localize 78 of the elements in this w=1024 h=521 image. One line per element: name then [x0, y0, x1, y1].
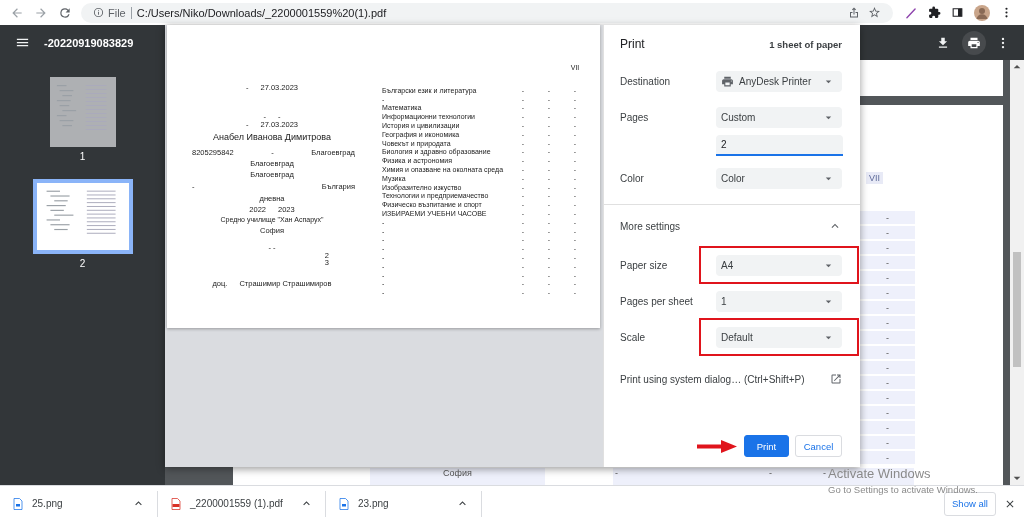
dialog-title: Print: [620, 37, 645, 51]
star-icon[interactable]: [868, 6, 881, 19]
table-cell: -: [860, 226, 915, 239]
dropdown[interactable]: Color: [716, 167, 842, 189]
cancel-button[interactable]: Cancel: [795, 435, 842, 457]
download-item[interactable]: _2200001559 (1).pdf: [170, 490, 326, 517]
table-cell: -: [860, 361, 915, 374]
download-item[interactable]: 25.png: [12, 490, 158, 517]
print-button[interactable]: [962, 30, 986, 55]
setting-label: Scale: [620, 331, 646, 343]
dropdown-value: AnyDesk Printer: [739, 75, 812, 87]
table-cell: -: [860, 376, 915, 389]
dropdown[interactable]: 1: [716, 290, 842, 312]
table-cell: София: [370, 468, 545, 485]
table-cell: -: [860, 316, 915, 329]
open-in-new-icon[interactable]: [830, 373, 842, 385]
info-icon[interactable]: [93, 7, 104, 18]
print-icon: [967, 35, 981, 50]
document-text: Анабел Иванова Димитрова: [213, 131, 331, 143]
table-cell: -: [860, 301, 915, 314]
column-header: VII: [866, 172, 883, 184]
setting-label: Color: [620, 172, 645, 184]
pen-icon[interactable]: [904, 5, 918, 20]
setting-label: Destination: [620, 75, 672, 87]
activation-notice-title: Activate Windows: [828, 466, 932, 481]
setting-label: Paper size: [620, 259, 669, 271]
file-icon: [338, 496, 350, 511]
print-button[interactable]: Print: [744, 435, 789, 457]
table-cell: -: [613, 468, 743, 485]
scroll-up-icon[interactable]: [1013, 63, 1021, 71]
dropdown[interactable]: Default: [716, 326, 842, 348]
url-scheme: File: [108, 6, 132, 19]
download-item[interactable]: 23.png: [338, 490, 482, 517]
table-cell: -: [860, 241, 915, 254]
share-icon[interactable]: [848, 6, 860, 19]
dropdown-value: 1: [721, 295, 727, 307]
setting-label: Pages per sheet: [620, 295, 694, 307]
scroll-down-icon[interactable]: [1013, 474, 1021, 482]
pdf-file-icon: [170, 496, 182, 511]
table-cell: -: [860, 346, 915, 359]
dropdown[interactable]: Custom: [716, 106, 842, 128]
more-settings-toggle[interactable]: More settings: [620, 205, 842, 247]
address-bar[interactable]: File C:/Users/Niko/Downloads/_2200001559%20(1).pdf: [81, 2, 893, 23]
file-icon: [12, 496, 24, 511]
table-cell: -: [860, 391, 915, 404]
avatar-icon[interactable]: [974, 4, 990, 21]
table-cell: -: [860, 421, 915, 434]
table-cell: -: [860, 331, 915, 344]
table-cell: -: [860, 436, 915, 449]
page-thumbnail[interactable]: [49, 77, 116, 147]
document-title: -20220919083829: [44, 36, 134, 49]
dropdown[interactable]: A4: [716, 254, 842, 276]
system-dialog-link[interactable]: Print using system dialog… (Ctrl+Shift+P): [620, 373, 805, 385]
table-cell: -: [860, 286, 915, 299]
reload-icon[interactable]: [58, 5, 72, 20]
table-cell: -: [860, 256, 915, 269]
scrollbar-thumb[interactable]: [1013, 252, 1021, 367]
setting-label: Pages: [620, 111, 650, 123]
table-cell: -: [860, 451, 915, 464]
download-icon[interactable]: [936, 35, 950, 50]
page-number: 2: [79, 258, 86, 269]
table-cell: -: [860, 406, 915, 419]
table-cell: -: [860, 271, 915, 284]
dropdown-value: Custom: [721, 111, 756, 123]
table-cell: -: [743, 468, 798, 485]
scrollbar[interactable]: [1010, 60, 1024, 485]
dropdown[interactable]: AnyDesk Printer: [716, 70, 842, 92]
page-number: 1: [79, 151, 86, 162]
table-cell: -: [860, 211, 915, 224]
sheet-count: 1 sheet of paper: [769, 38, 842, 50]
dropdown-value: Color: [721, 172, 745, 184]
page-thumbnail[interactable]: [32, 179, 133, 254]
puzzle-icon[interactable]: [928, 6, 941, 19]
page-range-field[interactable]: 2: [716, 135, 843, 156]
url-text: C:/Users/Niko/Downloads/_2200001559%20(1).pdf: [136, 6, 387, 19]
dropdown-value: A4: [721, 259, 734, 271]
dropdown-value: Default: [721, 331, 753, 343]
side-panel-icon[interactable]: [951, 6, 964, 19]
